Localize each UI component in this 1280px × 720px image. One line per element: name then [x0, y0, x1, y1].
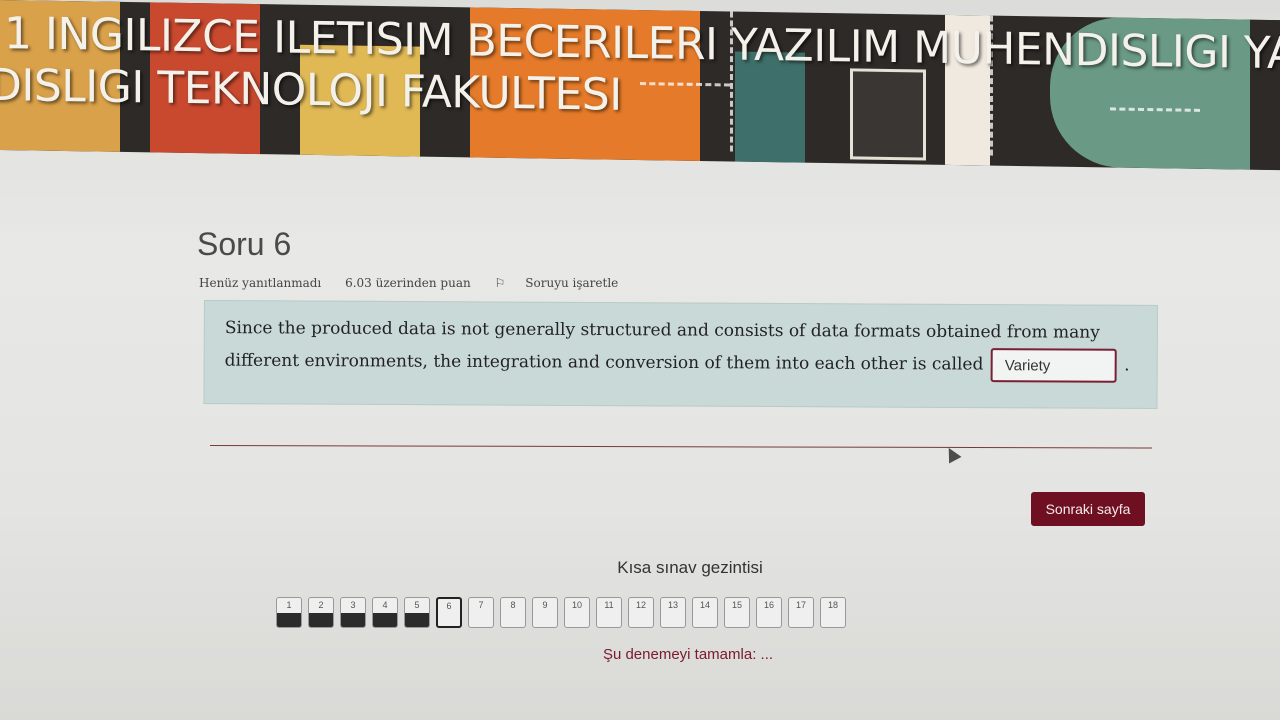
flag-icon: ⚐	[494, 276, 506, 290]
quiz-nav-button-13[interactable]: 13	[660, 597, 686, 628]
quiz-nav-button-15[interactable]: 15	[724, 597, 750, 628]
finish-attempt-link[interactable]: Şu denemeyi tamamla: ...	[0, 646, 1280, 663]
quiz-navigation-title: Kısa sınav gezintisi	[617, 558, 763, 577]
quiz-nav-button-18[interactable]: 18	[820, 597, 846, 628]
quiz-nav-button-17[interactable]: 17	[788, 597, 814, 628]
quiz-nav-button-16[interactable]: 16	[756, 597, 782, 628]
quiz-nav-button-9[interactable]: 9	[532, 597, 558, 628]
flag-question-label: Soruyu işaretle	[525, 276, 619, 290]
quiz-nav-button-4[interactable]: 4	[372, 597, 398, 628]
quiz-nav-button-10[interactable]: 10	[564, 597, 590, 628]
quiz-nav-button-8[interactable]: 8	[500, 597, 526, 628]
divider	[209, 445, 1152, 449]
quiz-nav-button-2[interactable]: 2	[308, 597, 334, 628]
question-text-end: .	[1124, 355, 1130, 376]
question-text: Since the produced data is not generally…	[224, 318, 1100, 375]
question-points: 6.03 üzerinden puan	[345, 276, 471, 290]
course-title-line2: DISLIGI TEKNOLOJI FAKULTESI	[0, 59, 622, 121]
quiz-nav-button-7[interactable]: 7	[468, 597, 494, 628]
quiz-nav-button-3[interactable]: 3	[340, 597, 366, 628]
quiz-navigation: 1 2 3 4 5 6 7 8 9 10 11 12 13 14 15 16 17 18	[276, 597, 846, 628]
quiz-nav-button-6[interactable]: 6	[436, 597, 462, 628]
flag-question-link[interactable]: ⚐ Soruyu işaretle	[495, 276, 639, 290]
quiz-nav-button-5[interactable]: 5	[404, 597, 430, 628]
quiz-nav-button-11[interactable]: 11	[596, 597, 622, 628]
answer-input[interactable]	[990, 348, 1117, 383]
next-page-button[interactable]: Sonraki sayfa	[1031, 492, 1145, 526]
quiz-nav-button-1[interactable]: 1	[276, 597, 302, 628]
question-info: Henüz yanıtlanmadı 6.03 üzerinden puan ⚐…	[199, 276, 658, 290]
question-text-box: Since the produced data is not generally…	[203, 300, 1158, 409]
quiz-nav-button-14[interactable]: 14	[692, 597, 718, 628]
course-banner: 1 INGILIZCE ILETISIM BECERILERI YAZILIM …	[0, 0, 1280, 171]
question-title: Soru 6	[197, 226, 292, 262]
document-icon	[850, 68, 926, 161]
quiz-nav-button-12[interactable]: 12	[628, 597, 654, 628]
question-status: Henüz yanıtlanmadı	[199, 276, 322, 290]
